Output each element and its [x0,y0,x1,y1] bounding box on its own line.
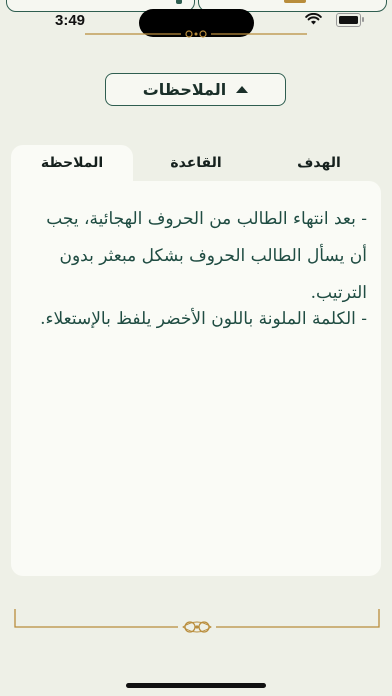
note-card: - بعد انتهاء الطالب من الحروف الهجائية، … [11,181,381,576]
section-dropdown[interactable]: الملاحظات [105,73,286,106]
wifi-icon [305,13,322,25]
note-line: - بعد انتهاء الطالب من الحروف الهجائية، … [46,209,367,303]
tab-rule[interactable]: القاعدة [134,145,258,181]
battery-icon [336,13,364,27]
tab-note[interactable]: الملاحظة [11,145,133,181]
tab-goal[interactable]: الهدف [257,145,381,181]
status-time: 3:49 [55,12,86,29]
note-line: - الكلمة الملونة باللون الأخضر يلفظ بالإ… [40,309,367,329]
ornament-divider-bottom [14,609,380,633]
tab-bar: الهدف القاعدة الملاحظة [11,145,381,181]
caret-up-icon [236,86,249,93]
dropdown-label: الملاحظات [142,80,227,99]
home-indicator[interactable] [126,683,266,688]
ornament-divider-top [85,30,307,38]
status-icons [305,13,322,25]
